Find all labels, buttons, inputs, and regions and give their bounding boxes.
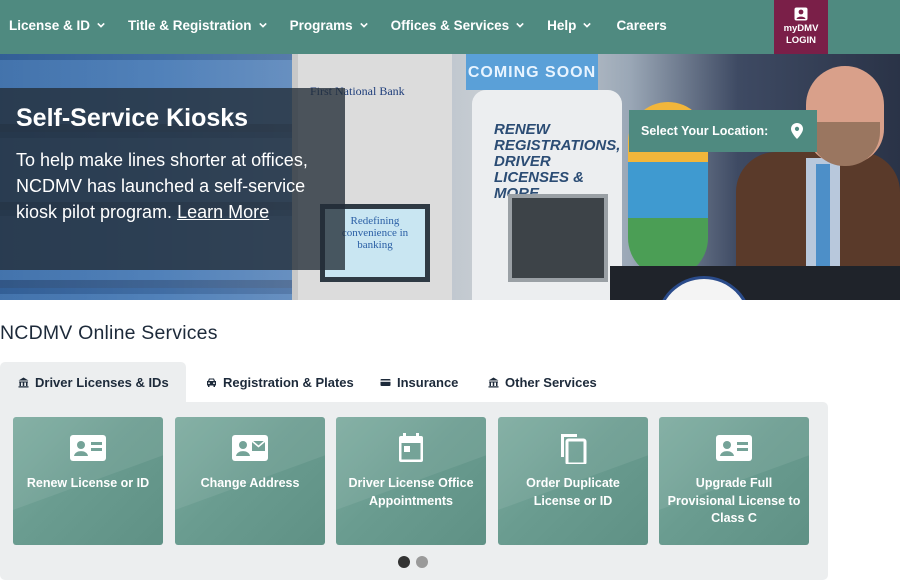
- nav-item-label: Programs: [289, 17, 353, 33]
- chevron-down-icon: [258, 22, 267, 28]
- nav-item-label: License & ID: [9, 17, 91, 33]
- id-card-icon: [70, 435, 106, 461]
- photo-kiosk-text: RENEW REGISTRATIONS, DRIVER LICENSES & M…: [494, 121, 621, 202]
- building-icon: [18, 377, 29, 387]
- hero-photo-podium: [610, 266, 900, 300]
- nav-item-help[interactable]: Help: [538, 18, 601, 33]
- renew-license-card[interactable]: Renew License or ID: [13, 417, 163, 545]
- photo-kiosk-screen: [508, 194, 608, 282]
- nav-item-label: Help: [547, 17, 577, 33]
- learn-more-link[interactable]: Learn More: [177, 202, 269, 222]
- chevron-down-icon: [359, 22, 368, 28]
- card-label: Upgrade Full Provisional License to Clas…: [667, 476, 801, 525]
- tab-label: Driver Licenses & IDs: [35, 374, 169, 390]
- select-location-button[interactable]: Select Your Location:: [629, 110, 817, 152]
- change-address-card[interactable]: Change Address: [175, 417, 325, 545]
- building-icon: [488, 377, 499, 387]
- chevron-down-icon: [516, 22, 524, 28]
- tab-label: Other Services: [505, 374, 597, 390]
- login-label: LOGIN: [785, 35, 817, 46]
- hero-photo-speaker: [736, 66, 900, 300]
- nav-item-label: Title & Registration: [128, 17, 252, 33]
- calendar-icon: [399, 433, 423, 462]
- nav-item-license-id[interactable]: License & ID: [0, 18, 115, 33]
- id-card-mail-icon: [232, 435, 268, 461]
- tab-driver-licenses-ids[interactable]: Driver Licenses & IDs: [0, 362, 186, 402]
- tab-label: Insurance: [397, 374, 459, 390]
- carousel-dots: [398, 556, 434, 568]
- mydmv-label: myDMV: [783, 23, 819, 34]
- map-pin-icon: [791, 123, 803, 139]
- chevron-down-icon: [583, 22, 592, 28]
- card-label: Order Duplicate License or ID: [526, 476, 620, 508]
- id-card-icon: [716, 435, 752, 461]
- online-services-title: NCDMV Online Services: [0, 322, 218, 344]
- user-badge-icon: [794, 7, 808, 21]
- photo-coming-soon-sign: COMING SOON: [466, 54, 598, 90]
- order-duplicate-card[interactable]: Order Duplicate License or ID: [498, 417, 648, 545]
- nav-item-label: Offices & Services: [390, 17, 510, 33]
- carousel-dot-2[interactable]: [416, 556, 428, 568]
- card-label: Driver License Office Appointments: [348, 476, 474, 508]
- upgrade-provisional-card[interactable]: Upgrade Full Provisional License to Clas…: [659, 417, 809, 545]
- nav-menu: License & ID Title & Registration Progra…: [0, 0, 677, 50]
- chevron-down-icon: [97, 22, 105, 28]
- services-panel: Renew License or ID Change Address Drive…: [0, 402, 828, 580]
- car-icon: [207, 378, 216, 387]
- card-icon: [380, 378, 391, 386]
- copy-icon: [561, 434, 587, 464]
- tab-other-services[interactable]: Other Services: [482, 362, 597, 402]
- carousel-dot-1[interactable]: [398, 556, 410, 568]
- hero-title: Self-Service Kiosks: [16, 104, 249, 132]
- mydmv-login-button[interactable]: myDMV LOGIN: [774, 0, 828, 54]
- tab-registration-plates[interactable]: Registration & Plates: [186, 362, 368, 402]
- tab-insurance[interactable]: Insurance: [368, 362, 482, 402]
- card-label: Renew License or ID: [26, 476, 150, 490]
- select-location-label: Select Your Location:: [641, 124, 769, 138]
- nav-item-title-registration[interactable]: Title & Registration: [119, 18, 277, 33]
- hero-description: To help make lines shorter at offices, N…: [16, 147, 336, 225]
- nav-item-programs[interactable]: Programs: [281, 18, 378, 33]
- card-label: Change Address: [200, 476, 300, 490]
- office-appointments-card[interactable]: Driver License Office Appointments: [336, 417, 486, 545]
- nav-item-offices-services[interactable]: Offices & Services: [382, 18, 535, 33]
- top-navigation: License & ID Title & Registration Progra…: [0, 0, 900, 54]
- services-tabs: Driver Licenses & IDs Registration & Pla…: [0, 362, 597, 402]
- nav-item-label: Careers: [616, 17, 667, 33]
- nav-item-careers[interactable]: Careers: [607, 18, 676, 33]
- tab-label: Registration & Plates: [223, 374, 354, 390]
- hero-photo-dmv-kiosk: RENEW REGISTRATIONS, DRIVER LICENSES & M…: [472, 90, 622, 300]
- hero-banner: First National Bank Redefining convenien…: [0, 54, 900, 300]
